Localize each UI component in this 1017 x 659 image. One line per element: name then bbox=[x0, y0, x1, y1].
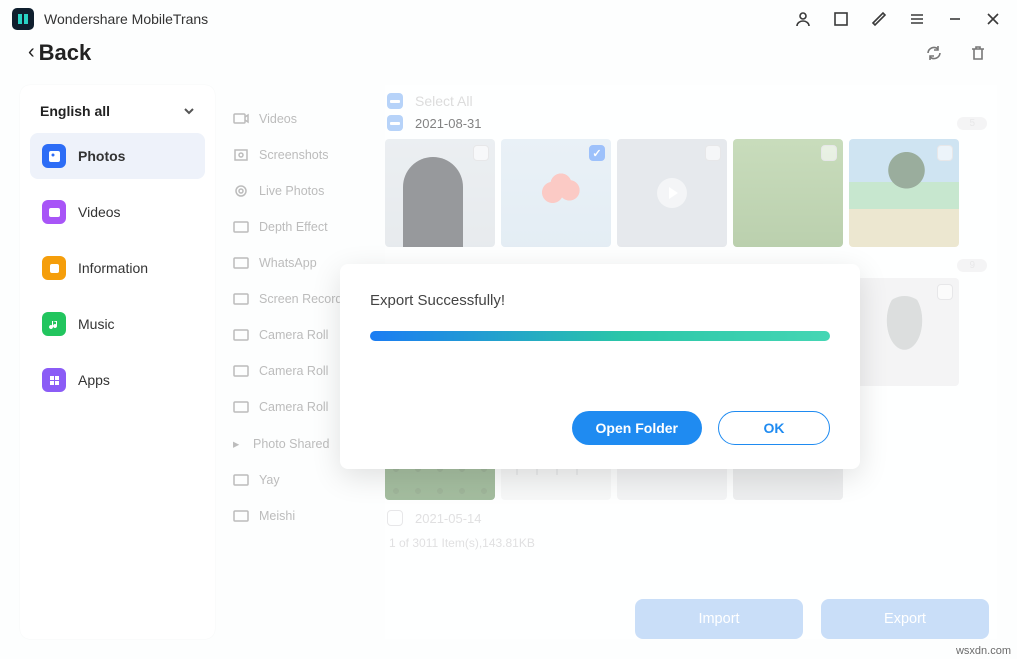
album-item-deptheffect[interactable]: Depth Effect bbox=[233, 209, 377, 245]
expand-icon[interactable] bbox=[829, 7, 853, 31]
group-count-pill: 5 bbox=[957, 117, 987, 130]
open-folder-button[interactable]: Open Folder bbox=[572, 411, 702, 445]
thumb-checkbox[interactable] bbox=[705, 145, 721, 161]
dropdown-label: English all bbox=[40, 103, 110, 119]
app-window: Wondershare MobileTrans ‹ Back English a… bbox=[0, 0, 1017, 659]
chevron-left-icon: ‹ bbox=[28, 41, 35, 64]
sidebar-item-apps[interactable]: Apps bbox=[30, 357, 205, 403]
thumb-checkbox[interactable] bbox=[937, 145, 953, 161]
titlebar: Wondershare MobileTrans bbox=[0, 0, 1017, 30]
date-label: 2021-08-31 bbox=[415, 116, 482, 131]
album-item-livephotos[interactable]: Live Photos bbox=[233, 173, 377, 209]
export-button[interactable]: Export bbox=[821, 599, 989, 639]
sidebar-item-label: Apps bbox=[78, 372, 110, 388]
sidebar-item-photos[interactable]: Photos bbox=[30, 133, 205, 179]
sidebar-item-videos[interactable]: Videos bbox=[30, 189, 205, 235]
date-group-checkbox[interactable] bbox=[387, 510, 403, 526]
select-all-label: Select All bbox=[415, 93, 473, 109]
app-title: Wondershare MobileTrans bbox=[44, 11, 208, 27]
trash-icon[interactable] bbox=[967, 42, 989, 64]
export-success-modal: Export Successfully! Open Folder OK bbox=[340, 264, 860, 469]
back-button[interactable]: ‹ Back bbox=[28, 40, 91, 66]
photo-thumb[interactable] bbox=[849, 278, 959, 386]
feedback-icon[interactable] bbox=[867, 7, 891, 31]
date-label: 2021-05-14 bbox=[415, 511, 482, 526]
album-item-meishi[interactable]: Meishi bbox=[233, 498, 377, 534]
chevron-down-icon bbox=[183, 105, 195, 117]
album-item-videos[interactable]: Videos bbox=[233, 101, 377, 137]
refresh-icon[interactable] bbox=[923, 42, 945, 64]
modal-message: Export Successfully! bbox=[370, 292, 830, 309]
select-all-checkbox[interactable] bbox=[387, 93, 403, 109]
photo-thumb[interactable] bbox=[733, 139, 843, 247]
ok-button[interactable]: OK bbox=[718, 411, 830, 445]
watermark: wsxdn.com bbox=[956, 645, 1011, 657]
thumb-checkbox[interactable] bbox=[821, 145, 837, 161]
thumb-checkbox[interactable] bbox=[937, 284, 953, 300]
minimize-icon[interactable] bbox=[943, 7, 967, 31]
thumb-checkbox[interactable] bbox=[473, 145, 489, 161]
sidebar-item-label: Information bbox=[78, 260, 148, 276]
language-dropdown[interactable]: English all bbox=[30, 103, 205, 133]
play-icon bbox=[657, 178, 687, 208]
progress-bar bbox=[370, 331, 830, 341]
sidebar-item-information[interactable]: Information bbox=[30, 245, 205, 291]
sidebar-item-label: Videos bbox=[78, 204, 121, 220]
status-text: 1 of 3011 Item(s),143.81KB bbox=[385, 530, 997, 550]
sidebar-item-music[interactable]: Music bbox=[30, 301, 205, 347]
photo-thumb[interactable] bbox=[501, 139, 611, 247]
photo-thumb[interactable] bbox=[385, 139, 495, 247]
videos-icon bbox=[42, 200, 66, 224]
menu-icon[interactable] bbox=[905, 7, 929, 31]
close-icon[interactable] bbox=[981, 7, 1005, 31]
back-label: Back bbox=[39, 40, 92, 66]
information-icon bbox=[42, 256, 66, 280]
photos-icon bbox=[42, 144, 66, 168]
thumb-checkbox[interactable] bbox=[589, 145, 605, 161]
sidebar-item-label: Music bbox=[78, 316, 115, 332]
app-logo-icon bbox=[12, 8, 34, 30]
back-row: ‹ Back bbox=[0, 30, 1017, 75]
date-group-checkbox[interactable] bbox=[387, 115, 403, 131]
caret-right-icon: ▸ bbox=[233, 436, 243, 451]
photo-thumb[interactable] bbox=[849, 139, 959, 247]
group-count-pill: 9 bbox=[957, 259, 987, 272]
import-button[interactable]: Import bbox=[635, 599, 803, 639]
thumbnail-grid bbox=[385, 139, 997, 247]
sidebar-item-label: Photos bbox=[78, 148, 125, 164]
video-thumb[interactable] bbox=[617, 139, 727, 247]
music-icon bbox=[42, 312, 66, 336]
account-icon[interactable] bbox=[791, 7, 815, 31]
apps-icon bbox=[42, 368, 66, 392]
album-item-screenshots[interactable]: Screenshots bbox=[233, 137, 377, 173]
sidebar: English all Photos Videos Information Mu… bbox=[20, 85, 215, 639]
